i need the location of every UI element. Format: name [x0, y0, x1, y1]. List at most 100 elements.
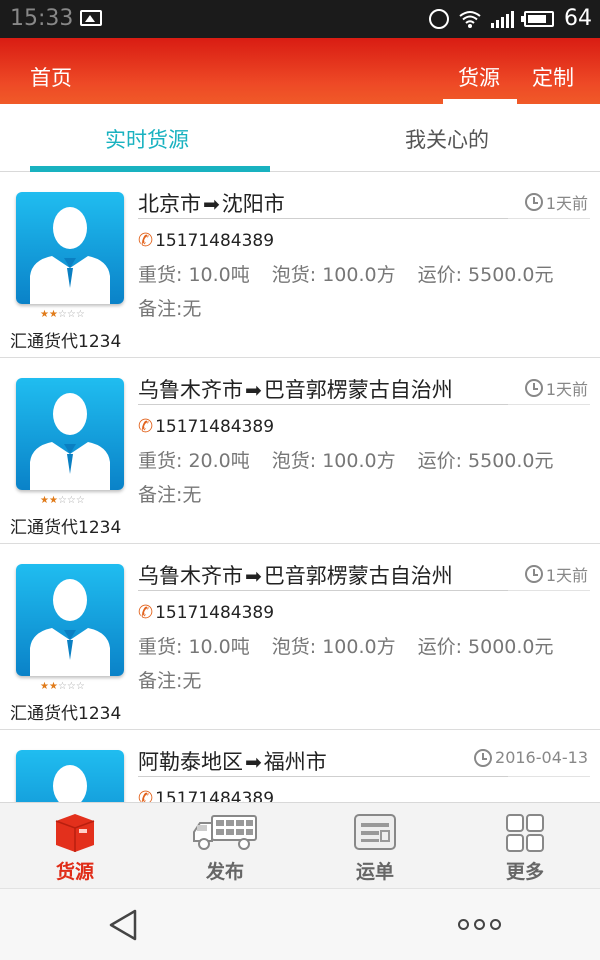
post-time-text: 1天前	[545, 194, 588, 213]
heavy-cargo: 重货: 10.0吨	[138, 636, 250, 658]
phone[interactable]: ✆ 15171484389	[138, 602, 274, 623]
rating-stars: ★★☆☆☆	[40, 309, 85, 320]
app-header: 首页 货源 定制	[0, 38, 600, 104]
route-to: 巴音郭楞蒙古自治州	[263, 564, 453, 588]
nav-more-label: 更多	[505, 861, 544, 883]
avatar[interactable]	[16, 564, 124, 676]
route-from: 北京市	[138, 192, 201, 216]
battery-level: 64	[564, 6, 592, 31]
avatar[interactable]	[16, 192, 124, 304]
alarm-icon	[429, 8, 449, 29]
tab-followed[interactable]: 我关心的	[405, 124, 489, 154]
system-nav-bar	[0, 888, 600, 960]
wifi-icon	[459, 10, 481, 28]
avatar[interactable]	[16, 378, 124, 490]
cargo-details: 重货: 10.0吨 泡货: 100.0方 运价: 5500.0元	[138, 260, 576, 287]
rating-stars: ★★☆☆☆	[40, 495, 85, 506]
battery-icon	[521, 10, 554, 27]
freight-price: 运价: 5500.0元	[417, 264, 554, 286]
remark: 备注:无	[138, 670, 202, 692]
route-from: 阿勒泰地区	[138, 750, 243, 774]
grid-icon	[506, 814, 544, 852]
light-cargo: 泡货: 100.0方	[271, 450, 396, 472]
nav-goods-label: 货源	[55, 861, 94, 883]
nav-goods[interactable]: 货源	[0, 803, 150, 889]
heavy-cargo: 重货: 20.0吨	[138, 450, 250, 472]
nav-waybill-label: 运单	[355, 861, 394, 883]
route-from: 乌鲁木齐市	[138, 378, 243, 402]
divider	[138, 404, 508, 405]
freight-price: 运价: 5000.0元	[417, 636, 554, 658]
route-to: 巴音郭楞蒙古自治州	[263, 378, 453, 402]
phone[interactable]: ✆ 15171484389	[138, 416, 274, 437]
post-time-text: 1天前	[545, 380, 588, 399]
phone-icon: ✆	[138, 230, 154, 251]
route-to: 福州市	[263, 750, 327, 774]
divider	[138, 590, 508, 591]
tab-goods[interactable]: 货源	[458, 62, 500, 92]
overflow-menu-icon[interactable]	[458, 919, 501, 930]
tab-custom[interactable]: 定制	[532, 62, 574, 92]
box-icon	[55, 814, 95, 852]
list-item[interactable]: ★★☆☆☆ 汇通货代1234 北京市 ➡沈阳市 1天前 ✆ 15171484389…	[0, 172, 600, 358]
clock-icon	[524, 379, 543, 397]
user-avatar-icon	[30, 393, 110, 490]
clock-icon	[524, 565, 543, 583]
phone[interactable]: ✆ 15171484389	[138, 230, 274, 251]
post-time: 1天前	[524, 190, 588, 214]
divider	[138, 776, 508, 777]
post-time: 2016-04-13	[474, 748, 588, 767]
remark: 备注:无	[138, 484, 202, 506]
user-avatar-icon	[30, 207, 110, 304]
waybill-icon	[354, 814, 396, 850]
list-item[interactable]: ★★☆☆☆ 汇通货代1234 乌鲁木齐市 ➡巴音郭楞蒙古自治州 1天前 ✆ 151…	[0, 544, 600, 730]
rating-stars: ★★☆☆☆	[40, 681, 85, 692]
post-time-text: 1天前	[545, 566, 588, 585]
company-name: 汇通货代1234	[10, 704, 122, 724]
list-item[interactable]: ★★☆☆☆ 阿勒泰地区➡福州市 2016-04-13 ✆ 15171484389	[0, 730, 600, 802]
cargo-details: 重货: 10.0吨 泡货: 100.0方 运价: 5000.0元	[138, 632, 576, 659]
phone-icon: ✆	[138, 416, 154, 437]
arrow-right-icon: ➡	[245, 564, 262, 588]
phone-number: 15171484389	[155, 416, 275, 437]
route-to: 沈阳市	[221, 192, 285, 216]
nav-waybill[interactable]: 运单	[300, 803, 450, 889]
nav-publish[interactable]: 发布	[150, 803, 300, 889]
cargo-details: 重货: 20.0吨 泡货: 100.0方 运价: 5500.0元	[138, 446, 576, 473]
freight-price: 运价: 5500.0元	[417, 450, 554, 472]
remark: 备注:无	[138, 298, 202, 320]
nav-publish-label: 发布	[205, 861, 244, 883]
light-cargo: 泡货: 100.0方	[271, 636, 396, 658]
tab-realtime-goods[interactable]: 实时货源	[105, 124, 189, 154]
divider	[138, 218, 508, 219]
back-icon[interactable]	[108, 909, 138, 941]
image-notification-icon	[80, 10, 102, 26]
light-cargo: 泡货: 100.0方	[271, 264, 396, 286]
arrow-right-icon: ➡	[245, 378, 262, 402]
goods-list[interactable]: ★★☆☆☆ 汇通货代1234 北京市 ➡沈阳市 1天前 ✆ 15171484389…	[0, 172, 600, 802]
route: 乌鲁木齐市 ➡巴音郭楞蒙古自治州	[138, 374, 453, 404]
heavy-cargo: 重货: 10.0吨	[138, 264, 250, 286]
post-time: 1天前	[524, 562, 588, 586]
home-link[interactable]: 首页	[30, 62, 72, 92]
clock-icon	[524, 193, 543, 211]
phone-number: 15171484389	[155, 230, 275, 251]
route: 阿勒泰地区 ➡福州市	[138, 746, 327, 776]
company-name: 汇通货代1234	[10, 332, 122, 352]
phone-icon: ✆	[138, 788, 154, 802]
arrow-right-icon: ➡	[203, 192, 220, 216]
signal-icon	[491, 10, 514, 28]
phone-icon: ✆	[138, 602, 154, 623]
post-time: 1天前	[524, 376, 588, 400]
status-bar: 15:33 64	[0, 0, 600, 38]
bottom-nav: 货源 发布 运单 更多	[0, 802, 600, 888]
nav-more[interactable]: 更多	[450, 803, 600, 889]
route: 北京市 ➡沈阳市	[138, 188, 285, 218]
avatar[interactable]	[16, 750, 124, 802]
phone[interactable]: ✆ 15171484389	[138, 788, 274, 802]
user-avatar-icon	[53, 765, 87, 802]
phone-number: 15171484389	[155, 602, 275, 623]
list-item[interactable]: ★★☆☆☆ 汇通货代1234 乌鲁木齐市 ➡巴音郭楞蒙古自治州 1天前 ✆ 151…	[0, 358, 600, 544]
route-from: 乌鲁木齐市	[138, 564, 243, 588]
user-avatar-icon	[30, 579, 110, 676]
